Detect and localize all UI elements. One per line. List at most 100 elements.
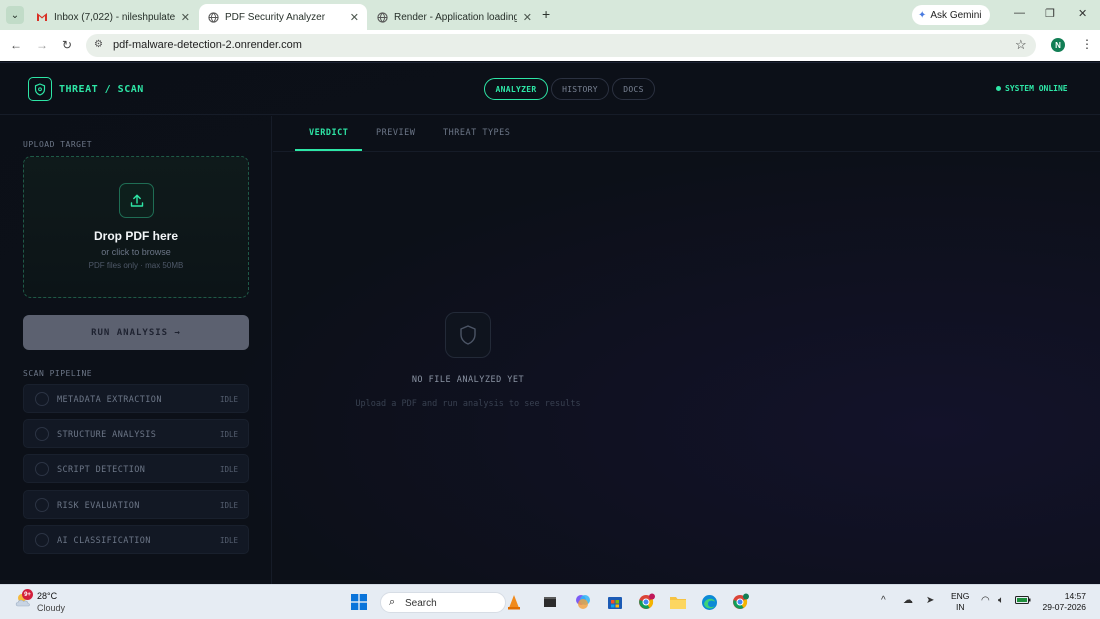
pipeline-item-ai: AI CLASSIFICATION IDLE — [23, 525, 249, 554]
pipeline-label: SCRIPT DETECTION — [57, 465, 146, 475]
pipeline-label: AI CLASSIFICATION — [57, 536, 151, 546]
windows-start-icon[interactable] — [350, 593, 368, 611]
back-arrow-icon[interactable]: ← — [10, 38, 22, 52]
tab-pdf-security-analyzer[interactable]: PDF Security Analyzer ✕ — [199, 4, 367, 30]
tray-cloud-icon[interactable]: ☁ — [903, 595, 913, 606]
notification-badge: 9+ — [22, 589, 33, 600]
url-text: pdf-malware-detection-2.onrender.com — [113, 39, 302, 51]
close-icon[interactable]: ✕ — [350, 11, 359, 24]
site-info-icon[interactable]: ⚙ — [94, 39, 103, 50]
drop-hint: PDF files only · max 50MB — [88, 261, 184, 270]
copilot-icon[interactable] — [574, 593, 592, 611]
ask-gemini-button[interactable]: ✦ Ask Gemini — [912, 5, 990, 25]
weather-temperature: 28°C — [37, 591, 58, 601]
pipeline-label: METADATA EXTRACTION — [57, 395, 162, 405]
restore-icon[interactable]: ❐ — [1045, 7, 1055, 20]
drop-subtitle: or click to browse — [101, 247, 171, 257]
tab-search-button[interactable]: ⌄ — [6, 6, 24, 24]
window-close-icon[interactable]: ✕ — [1078, 7, 1087, 20]
system-status: SYSTEM ONLINE — [996, 84, 1068, 93]
pipeline-state: IDLE — [219, 395, 238, 404]
bookmark-star-icon[interactable]: ☆ — [1015, 37, 1027, 53]
new-tab-button[interactable]: + — [542, 6, 550, 22]
pipeline-item-risk: RISK EVALUATION IDLE — [23, 490, 249, 519]
nav-analyzer[interactable]: ANALYZER — [484, 78, 548, 100]
pipeline-section-label: SCAN PIPELINE — [23, 369, 93, 378]
url-field[interactable]: ⚙ pdf-malware-detection-2.onrender.com — [86, 34, 1036, 57]
pipeline-state: IDLE — [219, 536, 238, 545]
step-circle-icon — [35, 498, 49, 512]
shield-logo-icon — [28, 77, 52, 101]
browser-menu-icon[interactable]: ⋮ — [1081, 37, 1093, 51]
pipeline-item-metadata: METADATA EXTRACTION IDLE — [23, 384, 249, 413]
minimize-icon[interactable]: — — [1014, 7, 1025, 19]
clock-date: 29-07-2026 — [1042, 602, 1086, 612]
empty-state-title: NO FILE ANALYZED YET — [411, 375, 525, 385]
tray-location-icon[interactable]: ➤ — [926, 595, 934, 606]
run-analysis-button[interactable]: RUN ANALYSIS → — [23, 315, 249, 350]
tab-preview[interactable]: PREVIEW — [376, 128, 415, 138]
brand-title: THREAT / SCAN — [59, 84, 144, 95]
volume-icon[interactable]: 🔈︎ — [998, 595, 1004, 606]
vlc-cone-icon[interactable] — [505, 593, 523, 611]
tab-threat-types[interactable]: THREAT TYPES — [443, 128, 510, 138]
shield-icon — [445, 312, 491, 358]
tray-chevron-up-icon[interactable]: ^ — [881, 595, 886, 606]
clock-time: 14:57 — [1064, 591, 1086, 601]
nav-docs[interactable]: DOCS — [612, 78, 655, 100]
sparkle-icon: ✦ — [918, 9, 927, 21]
language-code: ENG — [951, 591, 970, 601]
tab-gmail[interactable]: Inbox (7,022) - nileshpulate435 ✕ — [28, 4, 198, 30]
close-icon[interactable]: ✕ — [181, 11, 190, 24]
address-bar: ← → ↻ ⚙ pdf-malware-detection-2.onrender… — [0, 30, 1100, 61]
language-region: IN — [955, 602, 965, 612]
tab-title: Render - Application loading — [394, 11, 517, 23]
close-icon[interactable]: ✕ — [523, 11, 532, 24]
step-circle-icon — [35, 392, 49, 406]
step-circle-icon — [35, 533, 49, 547]
microsoft-store-icon[interactable] — [606, 593, 624, 611]
ask-gemini-label: Ask Gemini — [930, 9, 982, 21]
wifi-icon[interactable]: ◠ — [981, 595, 990, 606]
nav-history[interactable]: HISTORY — [551, 78, 609, 100]
language-indicator[interactable]: ENG IN — [951, 591, 969, 613]
upload-section-label: UPLOAD TARGET — [23, 140, 93, 149]
tab-verdict[interactable]: VERDICT — [309, 128, 348, 138]
forward-arrow-icon[interactable]: → — [36, 38, 48, 52]
globe-icon — [376, 11, 388, 23]
system-clock[interactable]: 14:57 29-07-2026 — [1040, 591, 1086, 613]
chrome-profile-n-icon[interactable] — [732, 593, 750, 611]
drop-title: Drop PDF here — [93, 229, 178, 243]
pipeline-label: STRUCTURE ANALYSIS — [57, 430, 157, 440]
edge-icon[interactable] — [700, 593, 718, 611]
app-root: THREAT / SCAN ANALYZER HISTORY DOCS SYST… — [0, 62, 1100, 585]
tab-render[interactable]: Render - Application loading ✕ — [368, 4, 540, 30]
taskbar-search[interactable]: ⌕ Search — [380, 592, 506, 613]
app-header: THREAT / SCAN ANALYZER HISTORY DOCS SYST… — [0, 63, 1100, 115]
upload-icon — [119, 183, 154, 218]
profile-avatar[interactable]: N — [1051, 38, 1065, 52]
pipeline-state: IDLE — [219, 430, 238, 439]
pipeline-item-structure: STRUCTURE ANALYSIS IDLE — [23, 419, 249, 448]
search-icon: ⌕ — [389, 596, 396, 608]
windows-taskbar: 9+ 28°C Cloudy ⌕ Search ^ ☁ ➤ ENG IN ◠ 🔈… — [0, 584, 1100, 619]
search-placeholder: Search — [405, 598, 437, 609]
file-explorer-icon[interactable] — [669, 593, 687, 611]
browser-tab-strip: ⌄ Inbox (7,022) - nileshpulate435 ✕ PDF … — [0, 0, 1100, 30]
pipeline-label: RISK EVALUATION — [57, 501, 140, 511]
status-dot-icon — [996, 86, 1001, 91]
pipeline-state: IDLE — [219, 501, 238, 510]
tab-title: Inbox (7,022) - nileshpulate435 — [54, 11, 175, 23]
chrome-profile-p-icon[interactable] — [638, 593, 656, 611]
status-text: SYSTEM ONLINE — [1005, 84, 1068, 93]
sidebar: UPLOAD TARGET Drop PDF here or click to … — [0, 116, 272, 585]
pdf-dropzone[interactable]: Drop PDF here or click to browse PDF fil… — [23, 156, 249, 298]
terminal-icon[interactable] — [541, 593, 559, 611]
gmail-icon — [36, 11, 48, 23]
reload-icon[interactable]: ↻ — [62, 38, 72, 52]
empty-state-subtitle: Upload a PDF and run analysis to see res… — [355, 399, 581, 409]
pipeline-state: IDLE — [219, 465, 238, 474]
results-panel: VERDICT PREVIEW THREAT TYPES NO FILE ANA… — [273, 116, 1100, 585]
battery-icon[interactable] — [1015, 595, 1031, 608]
results-tabs: VERDICT PREVIEW THREAT TYPES — [273, 116, 1100, 152]
